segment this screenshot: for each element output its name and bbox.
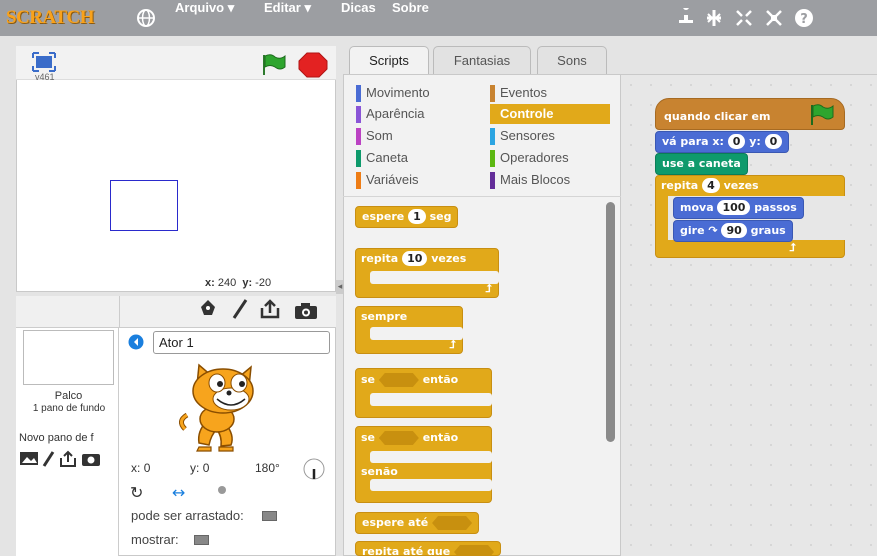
category-control[interactable]: Controle <box>490 104 610 124</box>
category-looks[interactable]: Aparência <box>356 104 476 124</box>
category-operators[interactable]: Operadores <box>490 148 610 168</box>
help-icon[interactable]: ? <box>794 8 814 28</box>
category-variables[interactable]: Variáveis <box>356 170 476 190</box>
cat-sprite-image <box>179 363 254 452</box>
tab-scripts[interactable]: Scripts <box>349 46 429 76</box>
green-flag-icon <box>811 104 834 125</box>
script-block-go-to-xy[interactable]: vá para x: 0 y: 0 <box>655 131 790 153</box>
green-flag-icon[interactable] <box>260 52 286 76</box>
shrink-icon[interactable] <box>764 8 784 28</box>
grow-icon[interactable] <box>734 8 754 28</box>
tab-sounds[interactable]: Sons <box>537 46 607 75</box>
backdrop-count: 1 pano de fundo <box>32 403 106 414</box>
about-menu[interactable]: Sobre <box>392 0 429 36</box>
drawn-square <box>110 180 178 231</box>
direction-dial-icon[interactable] <box>302 457 326 481</box>
paint-sprite-icon[interactable] <box>231 298 249 320</box>
camera-sprite-icon[interactable] <box>294 302 318 320</box>
show-label: mostrar: <box>131 532 179 547</box>
palette-block-if[interactable]: se então <box>355 368 492 418</box>
tips-menu[interactable]: Dicas <box>341 0 376 36</box>
dont-rotate-icon[interactable] <box>218 486 226 494</box>
sprite-x: x: 0 <box>131 461 151 475</box>
rotate-right-icon: ↷ <box>708 224 718 237</box>
upload-sprite-icon[interactable] <box>259 298 281 320</box>
edit-menu[interactable]: Editar ▾ <box>264 0 311 36</box>
script-block-turn[interactable]: gire ↷ 90 graus <box>673 220 793 242</box>
show-checkbox[interactable] <box>194 535 209 545</box>
palette-block-wait[interactable]: espere 1 seg <box>355 206 459 228</box>
svg-text:?: ? <box>800 12 808 27</box>
stage[interactable] <box>16 46 336 292</box>
new-backdrop-icons[interactable] <box>19 450 119 468</box>
palette-block-forever[interactable]: sempre ⮥ <box>355 306 463 354</box>
new-backdrop-label: Novo pano de f <box>19 432 94 444</box>
stage-label: Palco <box>54 390 83 402</box>
category-pen[interactable]: Caneta <box>356 148 476 168</box>
sprite-panel-header <box>16 296 336 328</box>
rotate-all-around-icon[interactable]: ↻ <box>130 483 143 502</box>
script-block-pen-down[interactable]: use a caneta <box>655 153 748 175</box>
sprite-name-input[interactable]: Ator 1 <box>153 331 330 354</box>
stage-thumbnail[interactable] <box>23 330 114 385</box>
palette-block-if-else[interactable]: se então senão <box>355 426 492 503</box>
left-right-icon[interactable]: ↔ <box>172 483 185 502</box>
presentation-mode-icon[interactable] <box>32 52 56 72</box>
script-block-when-flag-clicked[interactable]: quando clicar em <box>655 98 845 130</box>
delete-cut-icon[interactable] <box>704 8 724 28</box>
duplicate-stamp-icon[interactable] <box>676 8 696 28</box>
category-sound[interactable]: Som <box>356 126 476 146</box>
stop-icon[interactable] <box>298 52 328 78</box>
file-menu[interactable]: Arquivo ▾ <box>175 0 234 36</box>
palette-block-wait-until[interactable]: espere até <box>355 512 480 534</box>
draggable-checkbox[interactable] <box>262 511 277 521</box>
sprite-direction: 180° <box>255 461 280 475</box>
back-info-icon[interactable] <box>128 334 144 350</box>
sprite-y: y: 0 <box>190 461 210 475</box>
draggable-label: pode ser arrastado: <box>131 508 244 523</box>
palette-scrollbar[interactable] <box>606 202 615 442</box>
tab-costumes[interactable]: Fantasias <box>433 46 531 75</box>
language-globe-icon[interactable] <box>136 8 156 28</box>
category-more-blocks[interactable]: Mais Blocos <box>490 170 610 190</box>
category-motion[interactable]: Movimento <box>356 83 476 103</box>
menu-bar: SCRATCH Arquivo ▾ Editar ▾ Dicas Sobre ? <box>0 0 877 36</box>
stage-coordinates: x: 240 y: -20 <box>205 277 272 289</box>
palette-block-repeat[interactable]: repita 10 vezes ⮥ <box>355 248 499 298</box>
script-block-move[interactable]: mova 100 passos <box>673 197 804 219</box>
category-events[interactable]: Eventos <box>490 83 610 103</box>
palette-block-repeat-until[interactable]: repita até que <box>355 541 502 556</box>
stage-toolbar <box>16 46 336 80</box>
category-sensing[interactable]: Sensores <box>490 126 610 146</box>
version-label: v461 <box>35 72 55 82</box>
scratch-logo[interactable]: SCRATCH <box>6 5 112 31</box>
choose-sprite-icon[interactable] <box>198 298 218 320</box>
